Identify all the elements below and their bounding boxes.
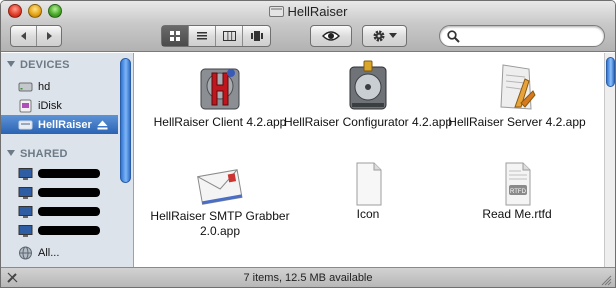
forward-button[interactable] — [37, 26, 61, 46]
file-name: HellRaiser SMTP Grabber 2.0.app — [150, 209, 290, 238]
disclosure-triangle-icon — [7, 150, 15, 156]
disk-utility-app-icon — [349, 60, 387, 110]
sidebar-item-hd[interactable]: hd — [1, 77, 118, 96]
list-view-icon — [197, 32, 207, 40]
hellraiser-app-icon — [200, 68, 240, 110]
sidebar-item-label: iDisk — [38, 99, 62, 112]
action-menu-button[interactable] — [363, 26, 406, 46]
coverflow-view-button[interactable] — [243, 26, 270, 46]
chevron-right-icon — [47, 32, 52, 40]
file-name: HellRaiser Client 4.2.app — [153, 115, 287, 129]
devices-header-label: DEVICES — [20, 59, 70, 71]
file-name: HellRaiser Server 4.2.app — [448, 115, 586, 129]
rtfd-badge-text: RTFD — [510, 189, 527, 195]
view-mode-control — [161, 25, 271, 47]
computer-icon — [18, 224, 33, 237]
window-title-bar: HellRaiser — [1, 4, 615, 19]
file-item[interactable]: Icon — [283, 161, 453, 222]
file-item[interactable]: HellRaiser Server 4.2.app — [432, 59, 602, 130]
sidebar-item-shared-computer[interactable] — [1, 183, 118, 202]
file-item[interactable]: HellRaiser Client 4.2.app — [135, 59, 305, 130]
blank-document-icon — [356, 162, 382, 206]
chevron-left-icon — [20, 32, 26, 40]
sidebar-item-shared-computer[interactable] — [1, 202, 118, 221]
coverflow-view-icon — [250, 31, 263, 41]
sidebar-item-shared-computer[interactable] — [1, 221, 118, 240]
content-scrollbar[interactable] — [604, 53, 615, 267]
rtfd-document-icon: RTFD — [505, 162, 531, 206]
file-name: HellRaiser Configurator 4.2.app — [283, 115, 453, 129]
computer-icon — [18, 186, 33, 199]
file-name: Read Me.rtfd — [482, 207, 552, 221]
redacted-label — [38, 226, 100, 235]
sidebar: DEVICES hd iDisk HellRaiser SHARED All..… — [1, 53, 134, 267]
network-globe-icon — [19, 246, 32, 259]
back-forward-control — [10, 25, 62, 47]
disk-image-icon — [268, 6, 284, 17]
finder-window: HellRaiser DEVICES hd iDisk HellRaiser S… — [0, 0, 616, 288]
sidebar-item-label: All... — [38, 246, 60, 259]
sidebar-item-shared-computer[interactable] — [1, 164, 118, 183]
status-text: 7 items, 12.5 MB available — [243, 272, 373, 284]
disk-image-icon — [18, 120, 33, 129]
action-control — [362, 25, 407, 47]
sidebar-item-label: HellRaiser — [38, 118, 92, 131]
column-view-icon — [222, 31, 236, 41]
redacted-label — [38, 169, 100, 178]
back-button[interactable] — [11, 26, 37, 46]
redacted-label — [38, 207, 100, 216]
window-title: HellRaiser — [287, 4, 348, 19]
file-browser: HellRaiser Client 4.2.app HellRaiser Con… — [135, 53, 604, 267]
script-app-icon — [500, 64, 536, 110]
content-scrollbar-thumb[interactable] — [606, 57, 615, 87]
search-icon — [447, 30, 460, 43]
gear-icon — [373, 30, 385, 42]
file-item[interactable]: RTFD Read Me.rtfd — [432, 161, 602, 222]
shared-section-header[interactable]: SHARED — [7, 148, 68, 160]
list-view-button[interactable] — [189, 26, 216, 46]
computer-icon — [18, 205, 33, 218]
file-item[interactable]: HellRaiser SMTP Grabber 2.0.app — [135, 167, 305, 239]
icon-view-icon — [170, 31, 180, 41]
disclosure-triangle-icon — [7, 61, 15, 67]
toolbar: HellRaiser — [1, 1, 615, 52]
chevron-down-icon — [389, 33, 397, 38]
icon-view-button[interactable] — [162, 26, 189, 46]
status-bar: 7 items, 12.5 MB available — [1, 267, 615, 287]
computer-icon — [18, 167, 33, 180]
hard-drive-icon — [18, 82, 33, 91]
redacted-label — [38, 188, 100, 197]
idisk-icon — [19, 99, 32, 112]
envelope-app-icon — [197, 169, 243, 205]
shared-header-label: SHARED — [20, 148, 68, 160]
eye-icon — [322, 31, 340, 41]
file-item[interactable]: HellRaiser Configurator 4.2.app — [283, 59, 453, 130]
sidebar-item-label: hd — [38, 80, 51, 93]
file-name: Icon — [356, 207, 380, 221]
quick-look-control — [310, 25, 352, 47]
sidebar-item-idisk[interactable]: iDisk — [1, 96, 118, 115]
sidebar-item-all-network[interactable]: All... — [1, 243, 118, 262]
column-view-button[interactable] — [216, 26, 243, 46]
sidebar-item-hellraiser[interactable]: HellRaiser — [1, 115, 118, 134]
sidebar-scrollbar[interactable] — [120, 58, 131, 183]
devices-section-header[interactable]: DEVICES — [7, 59, 70, 71]
eject-icon[interactable] — [97, 120, 108, 130]
resize-grip-icon[interactable] — [601, 275, 612, 286]
quick-look-button[interactable] — [311, 26, 351, 46]
search-field[interactable] — [439, 25, 605, 47]
